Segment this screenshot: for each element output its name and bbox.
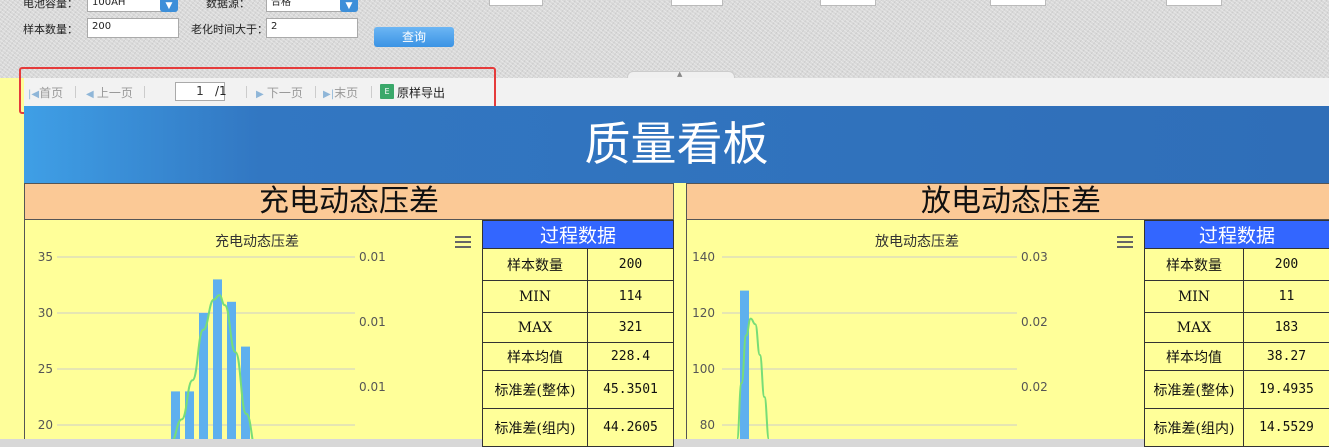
export-button[interactable]: 原样导出 [397, 84, 445, 101]
prev-page-icon: ◀ [86, 89, 97, 100]
excel-export-icon[interactable]: E [380, 84, 394, 99]
table-row: MIN114 [483, 281, 674, 313]
toolbar-divider [315, 86, 316, 98]
charge-chart-area: 充电动态压差 35 30 25 20 0.01 0.01 0.01 [24, 220, 482, 439]
dashboard-title: 质量看板 [24, 106, 1329, 183]
table-row: 标准差(整体)19.4935 [1145, 371, 1329, 409]
filter-input-stub[interactable] [820, 0, 876, 6]
capacity-chevron-down-icon[interactable]: ▼ [160, 0, 178, 12]
next-page-button[interactable]: ▶ 下一页 [256, 84, 303, 101]
datasource-label: 数据源： [206, 0, 250, 11]
discharge-chart: 放电动态压差 140 120 100 80 0.03 0.02 0.02 [687, 220, 1144, 439]
filter-input-stub[interactable] [671, 0, 723, 6]
filter-input-stub[interactable] [489, 0, 543, 6]
y-tick-label: 120 [692, 306, 715, 320]
prev-page-button[interactable]: ◀ 上一页 [86, 84, 133, 101]
y-tick-label: 30 [38, 306, 53, 320]
table-row: MIN11 [1145, 281, 1329, 313]
table-header: 过程数据 [483, 221, 674, 249]
datasource-chevron-down-icon[interactable]: ▼ [340, 0, 358, 12]
charge-chart: 充电动态压差 35 30 25 20 0.01 0.01 0.01 [25, 220, 482, 439]
capacity-label: 电池容量： [23, 0, 78, 11]
table-row: 标准差(组内)14.5529 [1145, 409, 1329, 447]
filter-panel: 电池容量： 100AH ▼ 数据源： 合格 ▼ 样本数量： 200 老化时间大于… [0, 0, 1329, 78]
y-tick-label: 80 [700, 418, 715, 432]
y2-tick-label: 0.03 [1021, 250, 1048, 264]
toolbar-divider [75, 86, 76, 98]
discharge-panel: 放电动态压差 放电动态压差 140 120 100 80 0.03 0.02 0.02 过程… [686, 183, 1329, 439]
charge-process-table: 过程数据 样本数量200 MIN114 MAX321 样本均值228.4 标准差… [482, 220, 674, 447]
charge-panel-title: 充电动态压差 [24, 183, 674, 220]
table-row: MAX321 [483, 313, 674, 343]
toolbar-divider [371, 86, 372, 98]
chevron-up-icon: ▲ [677, 70, 682, 78]
y-tick-label: 20 [38, 418, 53, 432]
first-page-icon: |◀ [28, 89, 39, 100]
toolbar-divider [246, 86, 247, 98]
last-page-icon: ▶| [323, 89, 334, 100]
table-row: 标准差(整体)45.3501 [483, 371, 674, 409]
y2-tick-label: 0.02 [1021, 315, 1048, 329]
chart-menu-icon[interactable] [1117, 236, 1133, 248]
charge-panel: 充电动态压差 充电动态压差 353025200.010.010.01 过程数据 … [24, 183, 674, 439]
filter-input-stub[interactable] [990, 0, 1046, 6]
y2-tick-label: 0.02 [1021, 380, 1048, 394]
histogram-bar [227, 302, 236, 439]
chart-menu-icon[interactable] [455, 236, 471, 248]
table-header: 过程数据 [1145, 221, 1329, 249]
histogram-bar [213, 279, 222, 439]
next-page-icon: ▶ [256, 89, 267, 100]
y2-tick-label: 0.01 [359, 315, 386, 329]
filter-input-stub[interactable] [1166, 0, 1222, 6]
chart-title: 放电动态压差 [875, 234, 959, 250]
last-page-button[interactable]: ▶|末页 [323, 84, 358, 101]
y-tick-label: 100 [692, 362, 715, 376]
chart-title: 充电动态压差 [215, 234, 299, 250]
discharge-chart-area: 放电动态压差 140 120 100 80 0.03 0.02 0.02 [686, 220, 1144, 439]
aging-input[interactable]: 2 [266, 18, 358, 38]
discharge-process-table: 过程数据 样本数量200 MIN11 MAX183 样本均值38.27 标准差(… [1144, 220, 1329, 447]
datasource-select[interactable]: 合格 [266, 0, 346, 12]
table-row: 样本数量200 [1145, 249, 1329, 281]
table-row: 样本均值228.4 [483, 343, 674, 371]
toolbar-divider [144, 86, 145, 98]
table-row: 样本均值38.27 [1145, 343, 1329, 371]
table-row: 标准差(组内)44.2605 [483, 409, 674, 447]
pagination-toolbar: |◀首页 ◀ 上一页 1 /1 ▶ 下一页 ▶|末页 E 原样导出 [24, 78, 1329, 107]
aging-label: 老化时间大于： [191, 21, 268, 37]
quality-dashboard: 质量看板 充电动态压差 充电动态压差 353025200.010.010.01 … [24, 106, 1329, 439]
first-page-button[interactable]: |◀首页 [28, 84, 63, 101]
y-tick-label: 140 [692, 250, 715, 264]
sample-count-input[interactable]: 200 [87, 18, 179, 38]
report-left-margin [0, 78, 24, 439]
histogram-bar [199, 313, 208, 439]
sample-count-label: 样本数量： [23, 21, 78, 37]
table-row: 样本数量200 [483, 249, 674, 281]
page-total: /1 [215, 84, 227, 98]
y2-tick-label: 0.01 [359, 380, 386, 394]
table-row: MAX183 [1145, 313, 1329, 343]
y2-tick-label: 0.01 [359, 250, 386, 264]
discharge-panel-title: 放电动态压差 [686, 183, 1329, 220]
capacity-select[interactable]: 100AH [87, 0, 165, 12]
y-tick-label: 25 [38, 362, 53, 376]
y-tick-label: 35 [38, 250, 53, 264]
query-button[interactable]: 查询 [374, 27, 454, 47]
